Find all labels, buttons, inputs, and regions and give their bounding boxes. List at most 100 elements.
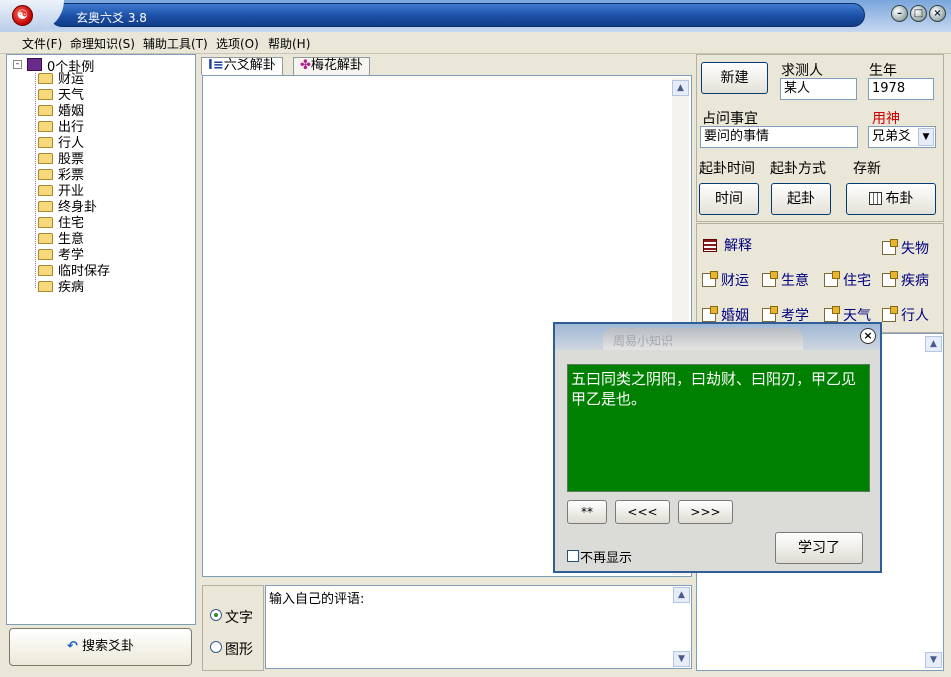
tree-item[interactable]: 终身卦: [38, 200, 97, 216]
time-label: 起卦时间: [699, 161, 755, 177]
folder-icon: [38, 153, 53, 164]
tree-item[interactable]: 疾病: [38, 280, 84, 296]
dont-show-label: 不再显示: [580, 551, 633, 566]
link-explain-label: 解释: [724, 238, 752, 254]
yin-yang-icon[interactable]: ☯: [12, 5, 33, 26]
start-divination-button[interactable]: 起卦: [771, 183, 831, 215]
popup-title: 周易小知识: [613, 334, 674, 348]
folder-icon: [38, 137, 53, 148]
link-explain[interactable]: 解释: [703, 235, 752, 255]
radio-graphic[interactable]: [210, 641, 222, 653]
folder-icon: [38, 249, 53, 260]
tree-item[interactable]: 生意: [38, 232, 84, 248]
topic-link[interactable]: 住宅: [824, 270, 871, 290]
menu-knowledge[interactable]: 命理知识(S): [70, 35, 135, 52]
tree-item[interactable]: 股票: [38, 152, 84, 168]
comment-textarea[interactable]: 输入自己的评语: ▲ ▼: [265, 585, 692, 669]
tip-popup: 周易小知识 × 五曰同类之阴阳，曰劫财、曰阳刃，甲乙见甲乙是也。 ** <<< …: [553, 322, 882, 573]
tree-item[interactable]: 临时保存: [38, 264, 110, 280]
tree-item[interactable]: 天气: [38, 88, 84, 104]
scroll-up-icon[interactable]: ▲: [672, 80, 689, 96]
result-scroll-up-icon[interactable]: ▲: [925, 336, 942, 352]
comment-scroll-up-icon[interactable]: ▲: [673, 587, 690, 603]
search-button[interactable]: ↶ 搜索爻卦: [9, 628, 192, 666]
topic-link[interactable]: 疾病: [882, 270, 929, 290]
tree-item[interactable]: 开业: [38, 184, 84, 200]
person-input[interactable]: 某人: [780, 78, 857, 100]
window-title: 玄奥六爻 3.8: [76, 11, 147, 25]
folder-icon: [38, 105, 53, 116]
folder-icon: [38, 89, 53, 100]
popup-tip-text: 五曰同类之阴阳，曰劫财、曰阳刃，甲乙见甲乙是也。: [567, 364, 870, 492]
tab-meihua[interactable]: ✤梅花解卦: [293, 57, 370, 75]
radio-text[interactable]: [210, 609, 222, 621]
note-icon: [702, 271, 718, 287]
tree-item-label: 彩票: [58, 168, 85, 183]
chevron-down-icon[interactable]: ▼: [918, 128, 934, 146]
popup-close-button[interactable]: ×: [860, 328, 876, 344]
topic-link[interactable]: 财运: [702, 270, 749, 290]
tree-item[interactable]: 考学: [38, 248, 84, 264]
maximize-button[interactable]: □: [910, 5, 927, 22]
tab-meihua-label: 梅花解卦: [310, 58, 363, 73]
menu-options[interactable]: 选项(O): [216, 35, 259, 52]
menu-file[interactable]: 文件(F): [22, 35, 62, 52]
tree-guide-line: [35, 73, 36, 288]
tree-item[interactable]: 住宅: [38, 216, 84, 232]
topic-link[interactable]: 生意: [762, 270, 809, 290]
tree-item[interactable]: 财运: [38, 72, 84, 88]
menu-help[interactable]: 帮助(H): [268, 35, 310, 52]
yongshen-value: 兄弟爻: [872, 129, 912, 144]
new-button[interactable]: 新建: [701, 62, 768, 94]
method-label: 起卦方式: [770, 161, 826, 177]
comment-placeholder: 输入自己的评语:: [269, 592, 365, 607]
folder-icon: [38, 185, 53, 196]
tree-item-label: 行人: [58, 136, 85, 151]
topic-link-label: 住宅: [843, 273, 871, 289]
popup-next-button[interactable]: >>>: [678, 500, 733, 524]
save-label: 存新: [853, 161, 881, 177]
topic-link[interactable]: 行人: [882, 305, 929, 325]
meihua-tab-icon: ✤: [300, 58, 311, 73]
layout-button[interactable]: 布卦: [846, 183, 936, 215]
topic-link-label: 生意: [781, 273, 809, 289]
tab-liuyao[interactable]: I≡六爻解卦: [201, 57, 283, 75]
comment-scroll-down-icon[interactable]: ▼: [673, 651, 690, 667]
result-scroll-down-icon[interactable]: ▼: [925, 652, 942, 668]
note-icon: [824, 306, 840, 322]
yongshen-select[interactable]: 兄弟爻 ▼: [868, 126, 936, 148]
matter-input[interactable]: 要问的事情: [700, 126, 858, 148]
tree-item[interactable]: 行人: [38, 136, 84, 152]
tree-item-label: 开业: [58, 184, 85, 199]
grid-icon: [868, 192, 882, 205]
list-icon: [703, 239, 717, 252]
yongshen-label: 用神: [872, 111, 900, 127]
tree-collapse-toggle[interactable]: -: [13, 60, 22, 69]
learned-button[interactable]: 学习了: [775, 532, 863, 564]
popup-prev-button[interactable]: <<<: [615, 500, 670, 524]
dont-show-checkbox[interactable]: [567, 550, 579, 562]
link-lost[interactable]: 失物: [882, 238, 929, 258]
menu-tools[interactable]: 辅助工具(T): [143, 35, 208, 52]
popup-star-button[interactable]: **: [567, 500, 607, 524]
tree-item[interactable]: 婚姻: [38, 104, 84, 120]
minimize-button[interactable]: –: [891, 5, 908, 22]
note-icon: [824, 271, 840, 287]
tree-item[interactable]: 彩票: [38, 168, 84, 184]
close-button[interactable]: ×: [929, 5, 946, 22]
search-button-label: 搜索爻卦: [81, 639, 134, 654]
folder-icon: [38, 217, 53, 228]
link-lost-label: 失物: [901, 241, 929, 257]
birth-year-input[interactable]: 1978: [868, 78, 934, 100]
time-button[interactable]: 时间: [699, 183, 759, 215]
tree-item-label: 财运: [58, 72, 85, 87]
tree-item[interactable]: 出行: [38, 120, 84, 136]
folder-icon: [38, 265, 53, 276]
folder-icon: [38, 169, 53, 180]
search-arrow-icon: ↶: [67, 639, 78, 654]
tree-item-label: 考学: [58, 248, 85, 263]
topic-link-label: 疾病: [901, 273, 929, 289]
tree-item-label: 股票: [58, 152, 85, 167]
radio-text-label: 文字: [225, 610, 253, 626]
layout-button-label: 布卦: [885, 191, 914, 207]
